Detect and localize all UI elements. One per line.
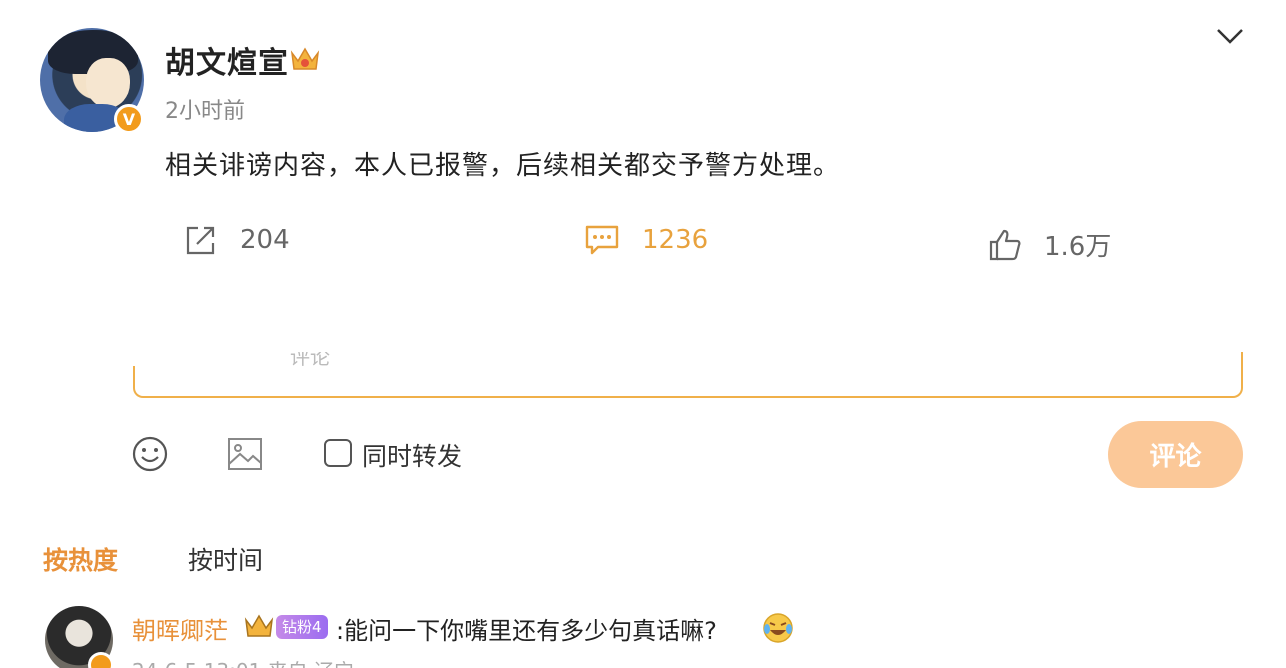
sort-by-time-tab[interactable]: 按时间 — [188, 541, 263, 577]
comment-count: 1236 — [642, 225, 709, 255]
post-time: 2小时前 — [165, 99, 245, 124]
repost-label: 同时转发 — [362, 442, 463, 471]
comment-text: :能问一下你嘴里还有多少句真话嘛? — [336, 617, 717, 645]
forward-count: 204 — [240, 225, 290, 255]
verified-badge-icon: V — [114, 104, 144, 134]
crown-icon — [244, 614, 274, 637]
crown-icon — [290, 47, 320, 70]
commenter-verified-icon — [88, 652, 114, 668]
fan-level-badge: 钻粉4 — [276, 615, 328, 639]
comment-button[interactable]: 1236 — [584, 223, 708, 257]
repost-checkbox[interactable] — [324, 439, 352, 467]
comment-meta: 24-6-5 13:01 来自 辽宁 — [132, 655, 354, 668]
submit-comment-button[interactable]: 评论 — [1108, 421, 1243, 488]
emoji-icon[interactable] — [131, 435, 169, 473]
like-count: 1.6万 — [1044, 232, 1112, 262]
comment-placeholder: 评论 — [290, 352, 330, 368]
comment-icon — [585, 225, 619, 255]
like-button[interactable]: 1.6万 — [988, 226, 1111, 263]
post-content: 相关诽谤内容，本人已报警，后续相关都交予警方处理。 — [165, 151, 841, 181]
sort-by-hot-tab[interactable]: 按热度 — [43, 541, 118, 577]
author-name[interactable]: 胡文煊宣 — [165, 38, 289, 82]
like-icon — [989, 229, 1021, 260]
commenter-name[interactable]: 朝晖卿茫 — [132, 611, 228, 646]
forward-icon — [186, 226, 215, 255]
chevron-down-icon[interactable] — [1214, 24, 1246, 48]
image-icon[interactable] — [226, 436, 264, 472]
laugh-cry-emoji-icon — [763, 613, 793, 643]
forward-button[interactable]: 204 — [184, 223, 290, 257]
